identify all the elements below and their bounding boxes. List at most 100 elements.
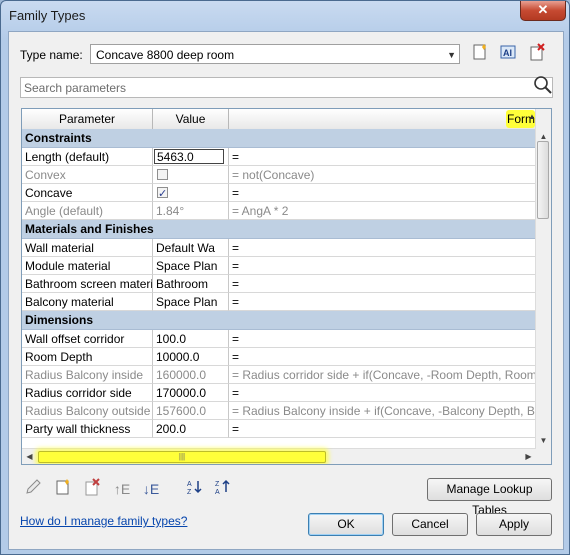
svg-text:Z: Z	[187, 489, 192, 496]
new-parameter-icon[interactable]	[52, 478, 74, 500]
table-row[interactable]: Wall offset corridor 100.0 =	[22, 330, 536, 348]
param-formula[interactable]: =	[229, 420, 536, 438]
group-constraints[interactable]: Constraints	[22, 129, 536, 148]
param-name: Room Depth	[22, 348, 153, 366]
param-formula[interactable]: =	[229, 275, 536, 293]
param-value[interactable]: 200.0	[153, 420, 229, 438]
param-name: Radius Balcony inside	[22, 366, 153, 384]
family-types-window: Family Types ✕ Type name: Concave 8800 d…	[0, 0, 570, 555]
apply-button[interactable]: Apply	[476, 513, 552, 536]
param-name: Bathroom screen materi	[22, 275, 153, 293]
search-input[interactable]: Search parameters	[20, 74, 554, 98]
type-name-dropdown[interactable]: Concave 8800 deep room ▼	[90, 44, 460, 64]
param-value: 157600.0	[153, 402, 229, 420]
table-row[interactable]: Length (default) 5463.0 =	[22, 148, 536, 166]
concave-checkbox[interactable]	[157, 185, 168, 201]
horizontal-scroll-thumb[interactable]: |||	[38, 451, 326, 463]
delete-parameter-icon[interactable]	[81, 478, 103, 500]
close-icon: ✕	[537, 2, 549, 17]
param-formula[interactable]: =	[229, 184, 536, 202]
param-value[interactable]: Space Plan	[153, 257, 229, 275]
param-value[interactable]: Bathroom	[153, 275, 229, 293]
delete-type-icon[interactable]	[526, 43, 548, 65]
table-row[interactable]: Module material Space Plan =	[22, 257, 536, 275]
type-name-label: Type name:	[20, 48, 83, 62]
chevron-down-icon: ▼	[447, 50, 456, 60]
param-formula[interactable]: =	[229, 348, 536, 366]
title-bar: Family Types ✕	[1, 1, 569, 31]
parameter-column-header[interactable]: Parameter	[22, 109, 153, 129]
param-value[interactable]: 170000.0	[153, 384, 229, 402]
vertical-scroll-thumb[interactable]	[537, 141, 549, 219]
param-formula[interactable]: = not(Concave)	[229, 166, 536, 184]
table-row[interactable]: Radius Balcony inside 160000.0 = Radius …	[22, 366, 536, 384]
param-name: Length (default)	[22, 148, 153, 166]
value-edit-field[interactable]: 5463.0	[154, 149, 224, 164]
formula-column-header-cell[interactable]	[229, 109, 536, 129]
move-up-icon[interactable]: ↑E	[111, 478, 133, 500]
help-link[interactable]: How do I manage family types?	[20, 514, 187, 528]
svg-text:A: A	[187, 481, 192, 488]
table-row[interactable]: Convex = not(Concave)	[22, 166, 536, 184]
param-value-cell[interactable]: 5463.0	[153, 148, 229, 166]
param-value[interactable]: 10000.0	[153, 348, 229, 366]
table-row[interactable]: Concave =	[22, 184, 536, 202]
param-value[interactable]: Default Wa	[153, 239, 229, 257]
manage-lookup-tables-button[interactable]: Manage Lookup Tables	[427, 478, 552, 517]
param-value[interactable]: Space Plan	[153, 293, 229, 311]
table-row[interactable]: Room Depth 10000.0 =	[22, 348, 536, 366]
search-placeholder: Search parameters	[24, 81, 127, 95]
param-formula[interactable]: =	[229, 239, 536, 257]
table-row[interactable]: Party wall thickness 200.0 =	[22, 420, 536, 438]
table-row[interactable]: Radius corridor side 170000.0 =	[22, 384, 536, 402]
table-row[interactable]: Balcony material Space Plan =	[22, 293, 536, 311]
rename-type-icon[interactable]: AI	[497, 43, 519, 65]
param-name: Convex	[22, 166, 153, 184]
svg-text:A: A	[215, 489, 220, 496]
group-dimensions[interactable]: Dimensions	[22, 311, 536, 330]
sort-ascending-icon[interactable]: AZ	[184, 478, 206, 500]
param-value[interactable]: 100.0	[153, 330, 229, 348]
param-formula[interactable]: =	[229, 384, 536, 402]
search-icon[interactable]	[532, 74, 554, 96]
scroll-down-icon[interactable]: ▼	[536, 433, 551, 448]
horizontal-scrollbar[interactable]: ◀ ||| ▶	[22, 448, 536, 464]
param-formula[interactable]: =	[229, 330, 536, 348]
table-row[interactable]: Bathroom screen materi Bathroom =	[22, 275, 536, 293]
param-name: Radius Balcony outside	[22, 402, 153, 420]
group-materials-and-finishes[interactable]: Materials and Finishes	[22, 220, 536, 239]
scroll-left-icon[interactable]: ◀	[22, 449, 37, 464]
param-name: Balcony material	[22, 293, 153, 311]
param-name: Wall offset corridor	[22, 330, 153, 348]
type-name-value: Concave 8800 deep room	[96, 48, 235, 62]
param-formula[interactable]: = Radius corridor side + if(Concave, -Ro…	[229, 366, 536, 384]
close-button[interactable]: ✕	[520, 1, 566, 21]
value-column-header[interactable]: Value	[153, 109, 229, 129]
param-value-cell	[153, 166, 229, 184]
cancel-button[interactable]: Cancel	[392, 513, 468, 536]
vertical-scrollbar[interactable]: ▲ ▼	[535, 109, 551, 448]
move-down-icon[interactable]: ↓E	[140, 478, 162, 500]
ok-button[interactable]: OK	[308, 513, 384, 536]
param-name: Concave	[22, 184, 153, 202]
scroll-right-icon[interactable]: ▶	[521, 449, 536, 464]
edit-parameter-icon[interactable]	[22, 478, 44, 500]
param-formula[interactable]: =	[229, 293, 536, 311]
svg-text:Z: Z	[215, 481, 220, 488]
param-formula[interactable]: = AngA * 2	[229, 202, 536, 220]
param-name: Module material	[22, 257, 153, 275]
param-formula[interactable]: =	[229, 257, 536, 275]
window-title: Family Types	[9, 8, 86, 23]
new-type-icon[interactable]	[469, 43, 491, 65]
table-row[interactable]: Angle (default) 1.84° = AngA * 2	[22, 202, 536, 220]
convex-checkbox	[157, 169, 168, 180]
param-formula[interactable]: = Radius Balcony inside + if(Concave, -B…	[229, 402, 536, 420]
scrollbar-corner	[536, 448, 551, 464]
param-formula[interactable]: =	[229, 148, 536, 166]
param-value-cell[interactable]	[153, 184, 229, 202]
table-row[interactable]: Wall material Default Wa =	[22, 239, 536, 257]
param-name: Angle (default)	[22, 202, 153, 220]
grid-header: Parameter Value Formula ▲	[22, 109, 536, 130]
table-row[interactable]: Radius Balcony outside 157600.0 = Radius…	[22, 402, 536, 420]
sort-descending-icon[interactable]: ZA	[212, 478, 234, 500]
